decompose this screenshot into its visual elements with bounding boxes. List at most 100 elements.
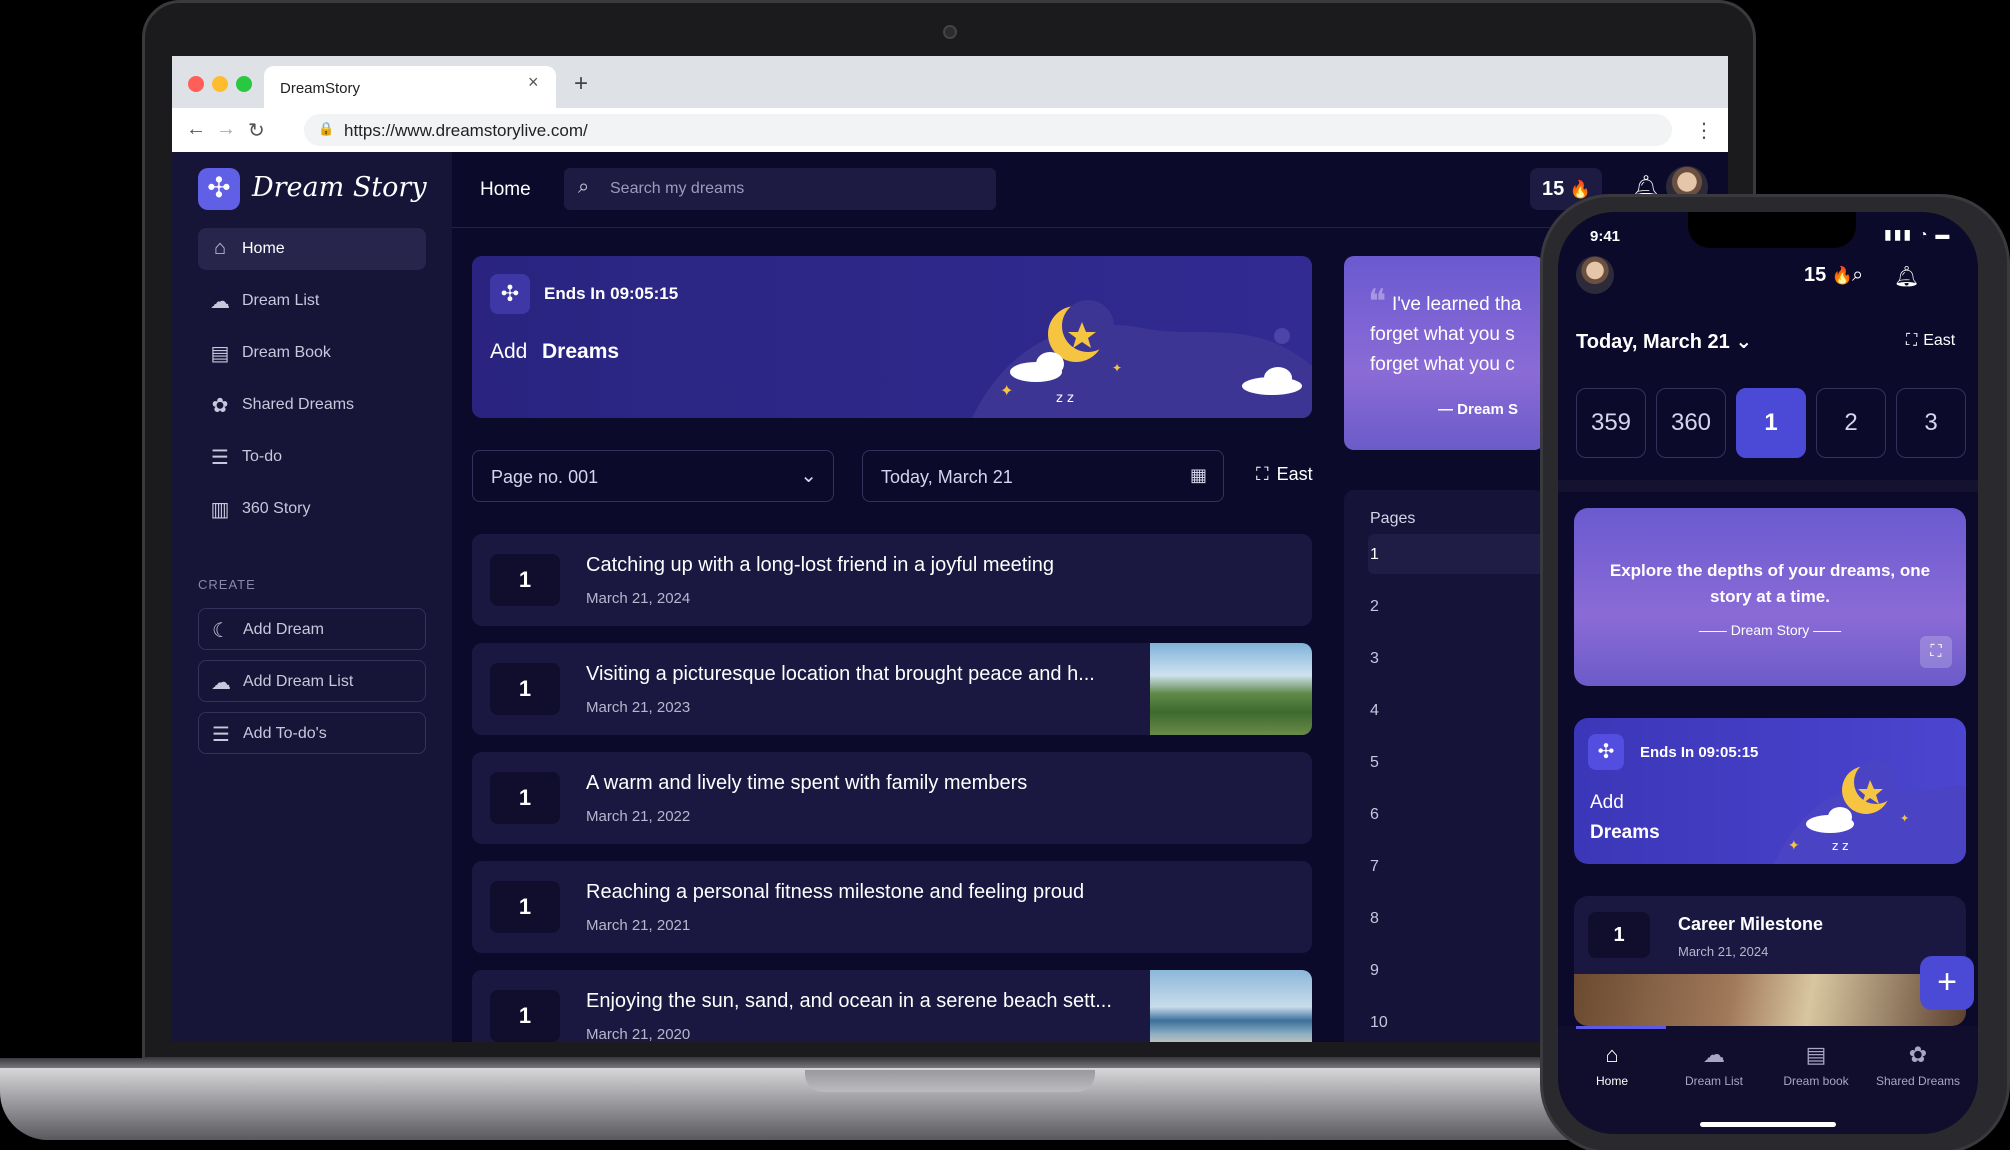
mockup-stage: DreamStory × + ← → ↻ https://www.dreamst… [0,0,2010,1150]
browser-menu-icon[interactable]: ⋮ [1694,118,1714,143]
dream-row[interactable]: 1 Enjoying the sun, sand, and ocean in a … [472,970,1312,1042]
page-item[interactable]: 7 [1370,858,1379,876]
moon-icon: ☾ [212,620,230,642]
search-input[interactable]: Search my dreams [564,168,996,210]
page-item[interactable]: 5 [1370,754,1379,772]
phone-quote-card[interactable]: Explore the depths of your dreams, one s… [1574,508,1966,686]
page-item[interactable]: 4 [1370,702,1379,720]
add-dream-fab[interactable]: + [1920,956,1974,1010]
day-chip[interactable]: 1 [1736,388,1806,458]
list-icon: ☰ [211,447,229,469]
minimize-window-dot[interactable] [212,76,228,92]
day-chip[interactable]: 360 [1656,388,1726,458]
tab-home[interactable]: ⌂ Home [1562,1042,1662,1088]
tab-shared-dreams[interactable]: ✿ Shared Dreams [1868,1042,1968,1088]
status-icons: ▮▮▮ ◔ ▬ [1884,226,1952,242]
page-select[interactable]: Page no. 001 ⌄ [472,450,834,502]
forward-icon[interactable]: → [216,118,236,141]
dream-date: March 21, 2024 [586,590,691,607]
phone-streak-badge[interactable]: 15 🔥 [1804,264,1853,287]
pages-label: Pages [1370,510,1416,527]
tab-dream-list[interactable]: ☁ Dream List [1664,1042,1764,1088]
add-dreams-banner[interactable]: ✣ Ends In 09:05:15 Add Dreams ✦ ✦ z z [472,256,1312,418]
sidebar-item-label: Dream List [242,292,320,309]
phone-avatar[interactable] [1576,256,1614,294]
tab-dream-book[interactable]: ▤ Dream book [1766,1042,1866,1088]
sidebar-item-label: Shared Dreams [242,396,355,413]
dream-row[interactable]: 1 Catching up with a long-lost friend in … [472,534,1312,626]
phone-bell-icon[interactable]: 🔔︎ [1894,264,1919,289]
phone-clock: 9:41 [1590,228,1621,245]
close-window-dot[interactable] [188,76,204,92]
create-add-to-do-s[interactable]: ☰ Add To-do's [198,712,426,754]
new-tab-icon[interactable]: + [574,70,588,98]
dream-title: Enjoying the sun, sand, and ocean in a s… [586,990,1112,1012]
day-chip[interactable]: 3 [1896,388,1966,458]
phone-add-dreams-banner[interactable]: ✣ Ends In 09:05:15 Add Dreams ✦ ✦ z z [1574,718,1966,864]
back-icon[interactable]: ← [186,118,206,141]
east-label: East [1276,464,1313,484]
east-button[interactable]: ⛶ East [1256,464,1313,485]
sidebar-item-to-do[interactable]: ☰ To-do [198,436,426,478]
home-icon: ⌂ [213,237,227,259]
browser-tab[interactable]: DreamStory [264,66,556,108]
quote-line-3: forget what you c [1370,354,1515,375]
phone-date-selector[interactable]: Today, March 21 ⌄ [1576,329,1752,354]
page-item[interactable]: 1 [1370,546,1379,564]
phone-search-icon[interactable]: ⌕ [1852,264,1863,287]
laptop-screen: DreamStory × + ← → ↻ https://www.dreamst… [172,56,1728,1042]
page-item[interactable]: 2 [1370,598,1379,616]
create-item-label: Add Dream List [243,673,354,690]
svg-text:✦: ✦ [1000,381,1013,400]
dream-row[interactable]: 1 Visiting a picturesque location that br… [472,643,1312,735]
sidebar-item-shared-dreams[interactable]: ✿ Shared Dreams [198,384,426,426]
page-item[interactable]: 10 [1370,1014,1388,1032]
page-item[interactable]: 3 [1370,650,1379,668]
close-tab-icon[interactable]: × [528,72,539,93]
maximize-window-dot[interactable] [236,76,252,92]
shared-icon: ✿ [1908,1042,1928,1067]
dream-row[interactable]: 1 Reaching a personal fitness milestone a… [472,861,1312,953]
expand-icon[interactable]: ⛶ [1920,636,1952,668]
reload-icon[interactable]: ↻ [248,118,265,143]
sidebar-item-home[interactable]: ⌂ Home [198,228,426,270]
page-item[interactable]: 8 [1370,910,1379,928]
phone-dream-card[interactable]: 1 Career Milestone March 21, 2024 [1574,896,1966,1026]
create-add-dream[interactable]: ☾ Add Dream [198,608,426,650]
quote-card[interactable]: ❝ I've learned tha forget what you s for… [1344,256,1544,450]
phone-hero-add: Add [1590,792,1624,813]
chevron-down-icon: ⌄ [800,465,817,487]
day-chip[interactable]: 2 [1816,388,1886,458]
sparkle-icon: ✣ [490,274,530,314]
phone-east-button[interactable]: ⛶ East [1906,332,1955,350]
create-add-dream-list[interactable]: ☁ Add Dream List [198,660,426,702]
dream-number: 1 [490,772,560,824]
url-bar[interactable]: https://www.dreamstorylive.com/ [304,114,1672,146]
sidebar-item-360-story[interactable]: ▥ 360 Story [198,488,426,530]
app-window: ✣ Dream Story ⌂ Home ☁ Dream List ▤ Dream Boo… [172,152,1728,1042]
dream-list-icon: ☁ [210,291,230,313]
dream-row[interactable]: 1 A warm and lively time spent with famil… [472,752,1312,844]
sidebar-item-dream-book[interactable]: ▤ Dream Book [198,332,426,374]
home-icon: ⌂ [1605,1042,1619,1067]
sidebar-item-dream-list[interactable]: ☁ Dream List [198,280,426,322]
sparkle-icon: ✣ [1588,734,1624,770]
fire-icon: 🔥 [1569,180,1591,199]
page-item[interactable]: 9 [1370,962,1379,980]
phone-hero-dreams: Dreams [1590,822,1660,843]
svg-text:✦: ✦ [1900,812,1909,825]
day-chip[interactable]: 359 [1576,388,1646,458]
moon-cloud-illustration: ✦ ✦ z z [1774,760,1966,864]
dream-list-icon: ☁ [1703,1042,1725,1067]
page-title: Home [480,179,531,200]
camera [943,25,957,39]
laptop-notch [805,1070,1095,1092]
page-item[interactable]: 6 [1370,806,1379,824]
dream-date: March 21, 2023 [586,699,691,716]
dream-number: 1 [490,881,560,933]
phone-tab-bar: ⌂ Home ☁ Dream List ▤ Dream book ✿ Shared Dream… [1558,1026,1978,1134]
date-picker[interactable]: Today, March 21 ▦ [862,450,1224,502]
svg-text:z z: z z [1832,839,1848,853]
pages-panel: Pages 1 2 3 4 5 6 7 8 9 10 [1344,490,1548,1042]
chevron-down-icon: ⌄ [1735,331,1753,353]
